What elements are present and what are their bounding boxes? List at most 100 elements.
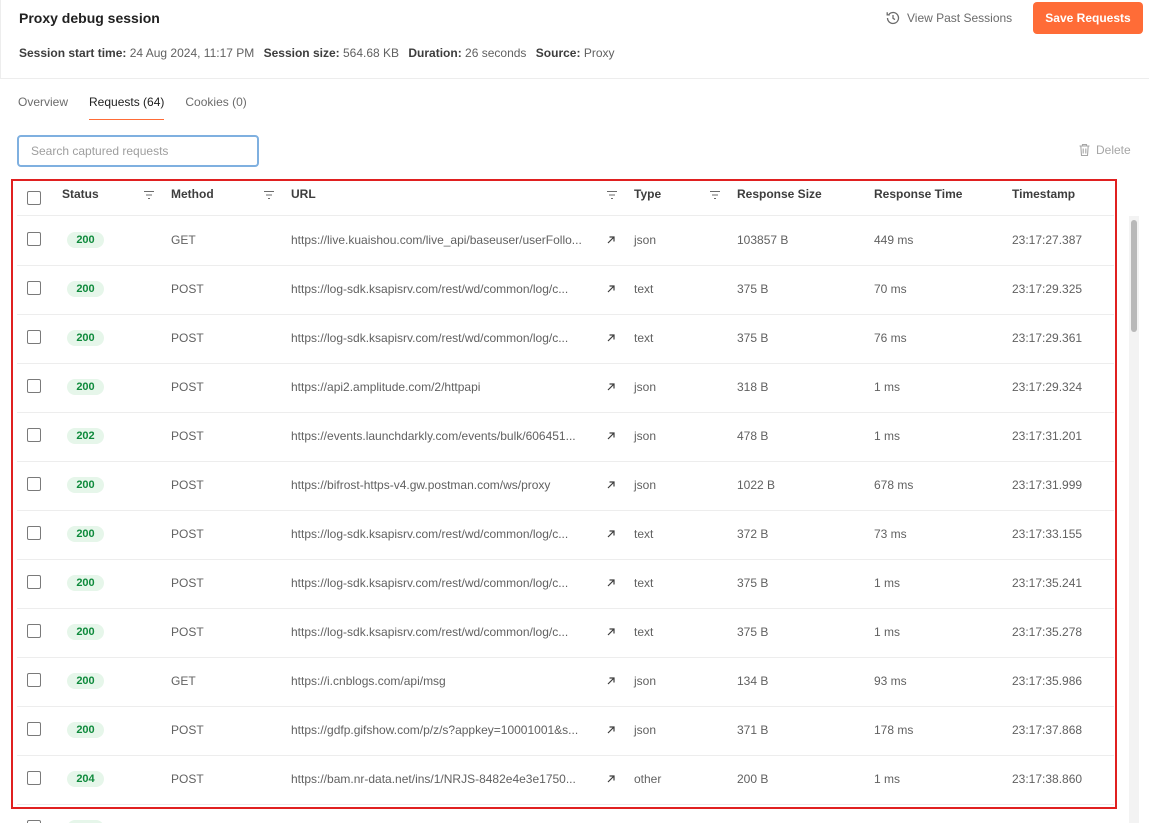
timestamp-cell: 23:17:33.155 xyxy=(1012,527,1083,541)
method-cell: POST xyxy=(171,527,204,541)
column-response-size[interactable]: Response Size xyxy=(737,187,822,201)
external-link-icon[interactable] xyxy=(606,235,616,245)
table-row[interactable]: 200 POST https://gdfp.gifshow.com/p/z/s?ap… xyxy=(17,707,1114,756)
url-filter-icon[interactable] xyxy=(606,189,618,201)
url-cell[interactable]: https://gdfp.gifshow.com/p/z/s?appkey=10… xyxy=(291,723,601,737)
column-status[interactable]: Status xyxy=(62,187,99,201)
url-cell[interactable]: https://i.cnblogs.com/api/msg xyxy=(291,674,601,688)
response-size-cell: 375 B xyxy=(737,625,769,639)
response-time-cell: 178 ms xyxy=(874,723,914,737)
column-type[interactable]: Type xyxy=(634,187,661,201)
status-badge: 200 xyxy=(67,330,104,346)
external-link-icon[interactable] xyxy=(606,480,616,490)
url-cell[interactable]: https://bifrost-https-v4.gw.postman.com/… xyxy=(291,478,601,492)
response-size-cell: 375 B xyxy=(737,576,769,590)
table-row[interactable]: 200POSThttps://log-sdk.ksapisrv.com/rest… xyxy=(17,609,1114,658)
status-badge: 202 xyxy=(67,428,104,444)
tab-requests[interactable]: Requests (64) xyxy=(89,95,165,120)
row-checkbox[interactable] xyxy=(27,722,41,736)
table-row[interactable]: 204 POST https://bam.nr-data.net/ins/1/NRJ… xyxy=(17,756,1114,805)
url-cell[interactable]: https://live.kuaishou.com/live_api/baseu… xyxy=(291,233,601,247)
table-row[interactable]: 202 POST https://events.launchdarkly.com/e… xyxy=(17,413,1114,462)
status-badge: 200 xyxy=(67,673,104,689)
type-cell: json xyxy=(634,478,657,492)
response-time-cell: 449 ms xyxy=(874,233,914,247)
external-link-icon[interactable] xyxy=(606,774,616,784)
table-row[interactable]: 200 POST https://api2.amplitude.com/2/http… xyxy=(17,364,1114,413)
table-row[interactable]: 200POSThttps://log-sdk.ksapisrv.com/rest… xyxy=(17,266,1114,315)
response-size-cell: 375 B xyxy=(737,331,769,345)
timestamp-cell: 23:17:27.387 xyxy=(1012,233,1083,247)
url-cell[interactable]: https://log-sdk.ksapisrv.com/rest/wd/com… xyxy=(291,282,601,296)
timestamp-cell: 23:17:35.241 xyxy=(1012,576,1083,590)
table-row[interactable]: 200POSThttps://log-sdk.ksapisrv.com/rest… xyxy=(17,511,1114,560)
view-past-sessions-button[interactable]: View Past Sessions xyxy=(885,10,1012,26)
url-cell[interactable]: https://log-sdk.ksapisrv.com/rest/wd/com… xyxy=(291,576,601,590)
timestamp-cell: 23:17:29.361 xyxy=(1012,331,1083,345)
response-time-cell: 1 ms xyxy=(874,625,901,639)
status-badge: 200 xyxy=(67,477,104,493)
response-size-cell: 103857 B xyxy=(737,233,789,247)
external-link-icon[interactable] xyxy=(606,333,616,343)
table-row[interactable]: 200 POST https://bifrost-https-v4.gw.postm… xyxy=(17,462,1114,511)
method-filter-icon[interactable] xyxy=(263,189,275,201)
row-checkbox[interactable] xyxy=(27,771,41,785)
scrollbar-thumb[interactable] xyxy=(1131,220,1137,332)
row-checkbox[interactable] xyxy=(27,477,41,491)
row-checkbox[interactable] xyxy=(27,673,41,687)
url-cell[interactable]: https://bam.nr-data.net/ins/1/NRJS-8482e… xyxy=(291,772,601,786)
row-checkbox[interactable] xyxy=(27,232,41,246)
row-checkbox[interactable] xyxy=(27,575,41,589)
response-time-cell: 1 ms xyxy=(874,576,901,590)
source-value: Proxy xyxy=(583,46,615,60)
response-time-cell: 1 ms xyxy=(874,772,901,786)
external-link-icon[interactable] xyxy=(606,431,616,441)
external-link-icon[interactable] xyxy=(606,627,616,637)
url-cell[interactable]: https://api2.amplitude.com/2/httpapi xyxy=(291,380,601,394)
url-cell[interactable]: https://log-sdk.ksapisrv.com/rest/wd/com… xyxy=(291,331,601,345)
tab-overview[interactable]: Overview xyxy=(18,95,68,120)
session-start-value: 24 Aug 2024, 11:17 PM xyxy=(129,46,255,60)
url-cell[interactable]: https://log-sdk.ksapisrv.com/rest/wd/com… xyxy=(291,625,601,639)
row-checkbox[interactable] xyxy=(27,379,41,393)
save-requests-button[interactable]: Save Requests xyxy=(1033,2,1143,34)
session-size-key: Session size: xyxy=(263,46,340,60)
table-row[interactable]: 200POSThttps://log-sdk.ksapisrv.com/rest… xyxy=(17,560,1114,609)
status-filter-icon[interactable] xyxy=(143,189,155,201)
type-cell: text xyxy=(634,527,654,541)
status-badge: 200 xyxy=(67,379,104,395)
status-badge: 200 xyxy=(67,575,104,591)
external-link-icon[interactable] xyxy=(606,725,616,735)
select-all-checkbox[interactable] xyxy=(27,191,41,205)
external-link-icon[interactable] xyxy=(606,382,616,392)
table-row[interactable]: 200POSThttps://log-sdk.ksapisrv.com/rest… xyxy=(17,805,1114,823)
url-cell[interactable]: https://log-sdk.ksapisrv.com/rest/wd/com… xyxy=(291,527,601,541)
row-checkbox[interactable] xyxy=(27,428,41,442)
table-row[interactable]: 200 GET https://i.cnblogs.com/api/msg json 1… xyxy=(17,658,1114,707)
table-row[interactable]: 200POSThttps://log-sdk.ksapisrv.com/rest… xyxy=(17,315,1114,364)
column-method[interactable]: Method xyxy=(171,187,214,201)
type-filter-icon[interactable] xyxy=(709,189,721,201)
row-checkbox[interactable] xyxy=(27,281,41,295)
column-timestamp[interactable]: Timestamp xyxy=(1012,187,1075,201)
row-checkbox[interactable] xyxy=(27,624,41,638)
external-link-icon[interactable] xyxy=(606,284,616,294)
url-cell[interactable]: https://events.launchdarkly.com/events/b… xyxy=(291,429,601,443)
delete-button[interactable]: Delete xyxy=(1078,143,1131,157)
session-start-key: Session start time: xyxy=(19,46,127,60)
type-cell: json xyxy=(634,429,657,443)
external-link-icon[interactable] xyxy=(606,676,616,686)
column-url[interactable]: URL xyxy=(291,187,316,201)
external-link-icon[interactable] xyxy=(606,578,616,588)
status-badge: 200 xyxy=(67,722,104,738)
method-cell: POST xyxy=(171,282,204,296)
table-row[interactable]: 200 GET https://live.kuaishou.com/live_api… xyxy=(17,217,1114,266)
search-input[interactable] xyxy=(17,135,259,167)
timestamp-cell: 23:17:38.860 xyxy=(1012,772,1083,786)
trash-icon xyxy=(1079,144,1090,157)
row-checkbox[interactable] xyxy=(27,526,41,540)
tab-cookies[interactable]: Cookies (0) xyxy=(185,95,246,120)
external-link-icon[interactable] xyxy=(606,529,616,539)
row-checkbox[interactable] xyxy=(27,330,41,344)
column-response-time[interactable]: Response Time xyxy=(874,187,962,201)
